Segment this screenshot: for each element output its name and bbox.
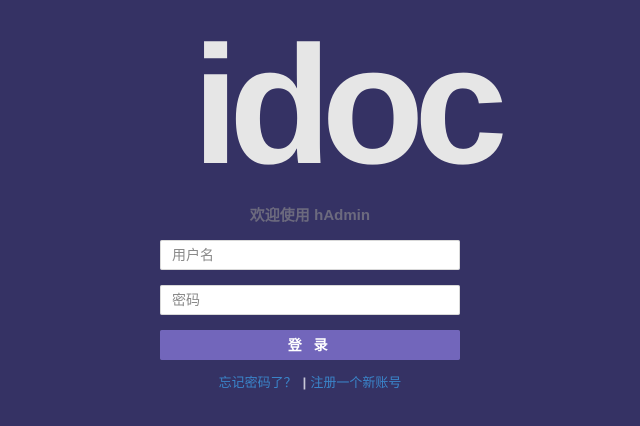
logo: idoc: [192, 11, 507, 199]
login-button[interactable]: 登 录: [160, 330, 460, 360]
username-input[interactable]: [160, 240, 460, 270]
auth-links: 忘记密码了？ | 注册一个新账号: [160, 374, 460, 392]
welcome-text: 欢迎使用 hAdmin: [250, 207, 370, 224]
forgot-password-link[interactable]: 忘记密码了？: [219, 375, 297, 390]
register-link[interactable]: 注册一个新账号: [310, 375, 401, 390]
password-input[interactable]: [160, 285, 460, 315]
link-separator: |: [302, 375, 307, 390]
